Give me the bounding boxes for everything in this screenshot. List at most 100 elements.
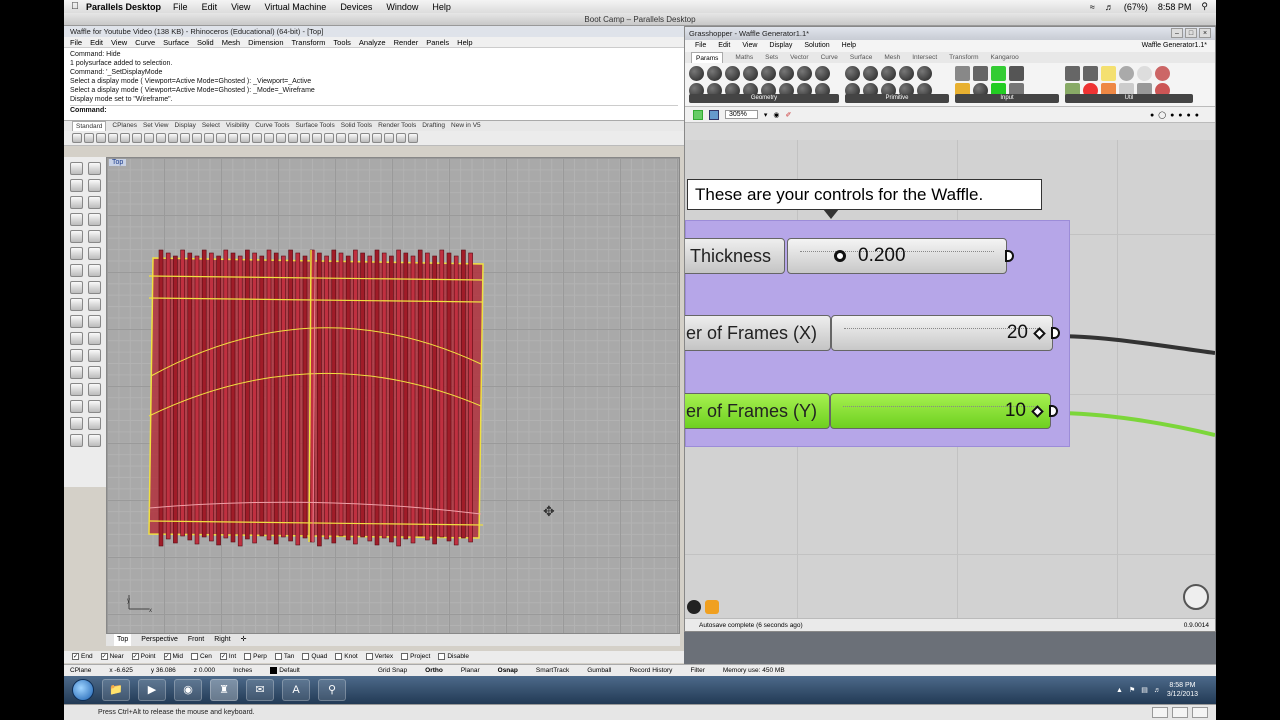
ghosted-sphere-icon[interactable] <box>372 133 382 143</box>
light-icon[interactable] <box>312 133 322 143</box>
navigation-compass-icon[interactable] <box>1183 584 1209 610</box>
geometry-param-icon[interactable] <box>743 66 758 81</box>
osnap-knot[interactable]: Knot <box>335 651 358 663</box>
toggle-gumball[interactable]: Gumball <box>587 665 611 676</box>
geometry-param-icon[interactable] <box>725 66 740 81</box>
viewport-tab-perspective[interactable]: Perspective <box>141 634 178 646</box>
ribbon-label-primitive[interactable]: Primitive <box>845 94 949 103</box>
primitive-param-icon[interactable] <box>845 66 860 81</box>
gh-tab-curve[interactable]: Curve <box>821 52 838 63</box>
grid-icon[interactable] <box>276 133 286 143</box>
slider-thickness[interactable]: 0.200 <box>787 238 1007 274</box>
slider-label-frames-x[interactable]: er of Frames (X) <box>685 315 831 351</box>
gh-tab-params[interactable]: Params <box>691 52 724 63</box>
dimension-icon[interactable] <box>70 383 83 396</box>
rectangle-icon[interactable] <box>88 196 101 209</box>
text-icon[interactable] <box>88 230 101 243</box>
zoom-field[interactable]: 305% <box>725 110 758 119</box>
help-icon[interactable] <box>408 133 418 143</box>
network-icon[interactable]: ▤ <box>1141 686 1148 694</box>
material-icon[interactable] <box>324 133 334 143</box>
menu-file[interactable]: File <box>173 2 188 12</box>
undo-icon[interactable] <box>168 133 178 143</box>
cplane-icon[interactable] <box>264 133 274 143</box>
tab-cplanes[interactable]: CPlanes <box>112 121 137 131</box>
primitive-param-icon[interactable] <box>899 66 914 81</box>
tray-arrow-icon[interactable]: ▲ <box>1116 687 1123 694</box>
wifi-icon[interactable]: ≈ <box>1090 2 1095 12</box>
copy-icon[interactable] <box>144 133 154 143</box>
toggle-smarttrack[interactable]: SmartTrack <box>536 665 569 676</box>
gh-menu-edit[interactable]: Edit <box>718 40 730 52</box>
analyze-icon[interactable] <box>88 383 101 396</box>
array-icon[interactable] <box>88 366 101 379</box>
taskbar-clock[interactable]: 8:58 PM 3/12/2013 <box>1167 681 1198 699</box>
properties-icon[interactable] <box>120 133 130 143</box>
command-history[interactable]: Command: Hide 1 polysurface added to sel… <box>64 48 684 121</box>
viewport-tab-front[interactable]: Front <box>188 634 204 646</box>
zoom-selected-icon[interactable] <box>240 133 250 143</box>
geometry-param-icon[interactable] <box>779 66 794 81</box>
menu-help[interactable]: Help <box>432 2 451 12</box>
rhino-menu-help[interactable]: Help <box>457 37 472 47</box>
copy-object-icon[interactable] <box>88 332 101 345</box>
rotate-icon[interactable] <box>70 349 83 362</box>
osnap-quad[interactable]: Quad <box>302 651 327 663</box>
gh-tab-sets[interactable]: Sets <box>765 52 778 63</box>
osnap-checkbox[interactable]: ✓ <box>131 652 139 660</box>
toggle-icon[interactable] <box>973 66 988 81</box>
toggle-grid-snap[interactable]: Grid Snap <box>378 665 407 676</box>
top-viewport[interactable]: Top y x ✥ <box>106 157 680 634</box>
command-prompt[interactable]: Command: <box>70 105 678 115</box>
osnap-end[interactable]: ✓ End <box>72 651 93 663</box>
primitive-param-icon[interactable] <box>881 66 896 81</box>
rhino-menu-analyze[interactable]: Analyze <box>359 37 386 47</box>
save-icon[interactable] <box>709 109 719 120</box>
osnap-checkbox[interactable] <box>190 652 198 660</box>
graph-mapper-icon[interactable] <box>1009 66 1024 81</box>
rotate-view-icon[interactable] <box>192 133 202 143</box>
polygon-icon[interactable] <box>70 230 83 243</box>
geometry-param-icon[interactable] <box>689 66 704 81</box>
osnap-vertex[interactable]: Vertex <box>365 651 393 663</box>
eye-icon[interactable]: ◉ <box>773 111 779 119</box>
slider-diamond-icon[interactable] <box>1031 405 1044 418</box>
rhino-menu-panels[interactable]: Panels <box>426 37 449 47</box>
toggle-osnap[interactable]: Osnap <box>498 665 518 676</box>
osnap-checkbox[interactable] <box>244 652 252 660</box>
slider-icon[interactable] <box>955 66 970 81</box>
rhino-menu-edit[interactable]: Edit <box>90 37 103 47</box>
sketch-icon[interactable]: ✐ <box>786 111 792 119</box>
tab-select[interactable]: Select <box>202 121 220 131</box>
rhino-icon[interactable]: ♜ <box>210 679 238 701</box>
osnap-disable[interactable]: Disable <box>438 651 469 663</box>
options-icon[interactable] <box>396 133 406 143</box>
osnap-checkbox[interactable] <box>401 652 409 660</box>
rendered-sphere-icon[interactable] <box>360 133 370 143</box>
gh-menu-view[interactable]: View <box>742 40 757 52</box>
open-file-icon[interactable] <box>84 133 94 143</box>
rhino-menu-tools[interactable]: Tools <box>333 37 351 47</box>
menu-edit[interactable]: Edit <box>202 2 218 12</box>
osnap-checkbox[interactable] <box>438 652 446 660</box>
status-cplane[interactable]: CPlane <box>70 665 91 676</box>
osnap-point[interactable]: ✓ Point <box>131 651 156 663</box>
settings-icon[interactable] <box>1192 707 1208 718</box>
geometry-param-icon[interactable] <box>815 66 830 81</box>
ribbon-label-input[interactable]: Input <box>955 94 1059 103</box>
osnap-checkbox[interactable]: ✓ <box>219 652 227 660</box>
rhino-menu-solid[interactable]: Solid <box>197 37 214 47</box>
primitive-param-icon[interactable] <box>863 66 878 81</box>
shaded-sphere-icon[interactable] <box>348 133 358 143</box>
rhino-menu-surface[interactable]: Surface <box>163 37 189 47</box>
toggle-ortho[interactable]: Ortho <box>425 665 443 676</box>
menubar-clock[interactable]: 8:58 PM <box>1158 2 1192 12</box>
new-file-icon[interactable] <box>72 133 82 143</box>
viewport-tab-top[interactable]: Top <box>114 634 132 646</box>
osnap-mid[interactable]: ✓ Mid <box>163 651 183 663</box>
transform-icon[interactable] <box>70 434 83 447</box>
cut-icon[interactable] <box>132 133 142 143</box>
volume-icon[interactable]: ♬ <box>1154 687 1161 694</box>
four-view-icon[interactable] <box>252 133 262 143</box>
toggle-record-history[interactable]: Record History <box>629 665 672 676</box>
